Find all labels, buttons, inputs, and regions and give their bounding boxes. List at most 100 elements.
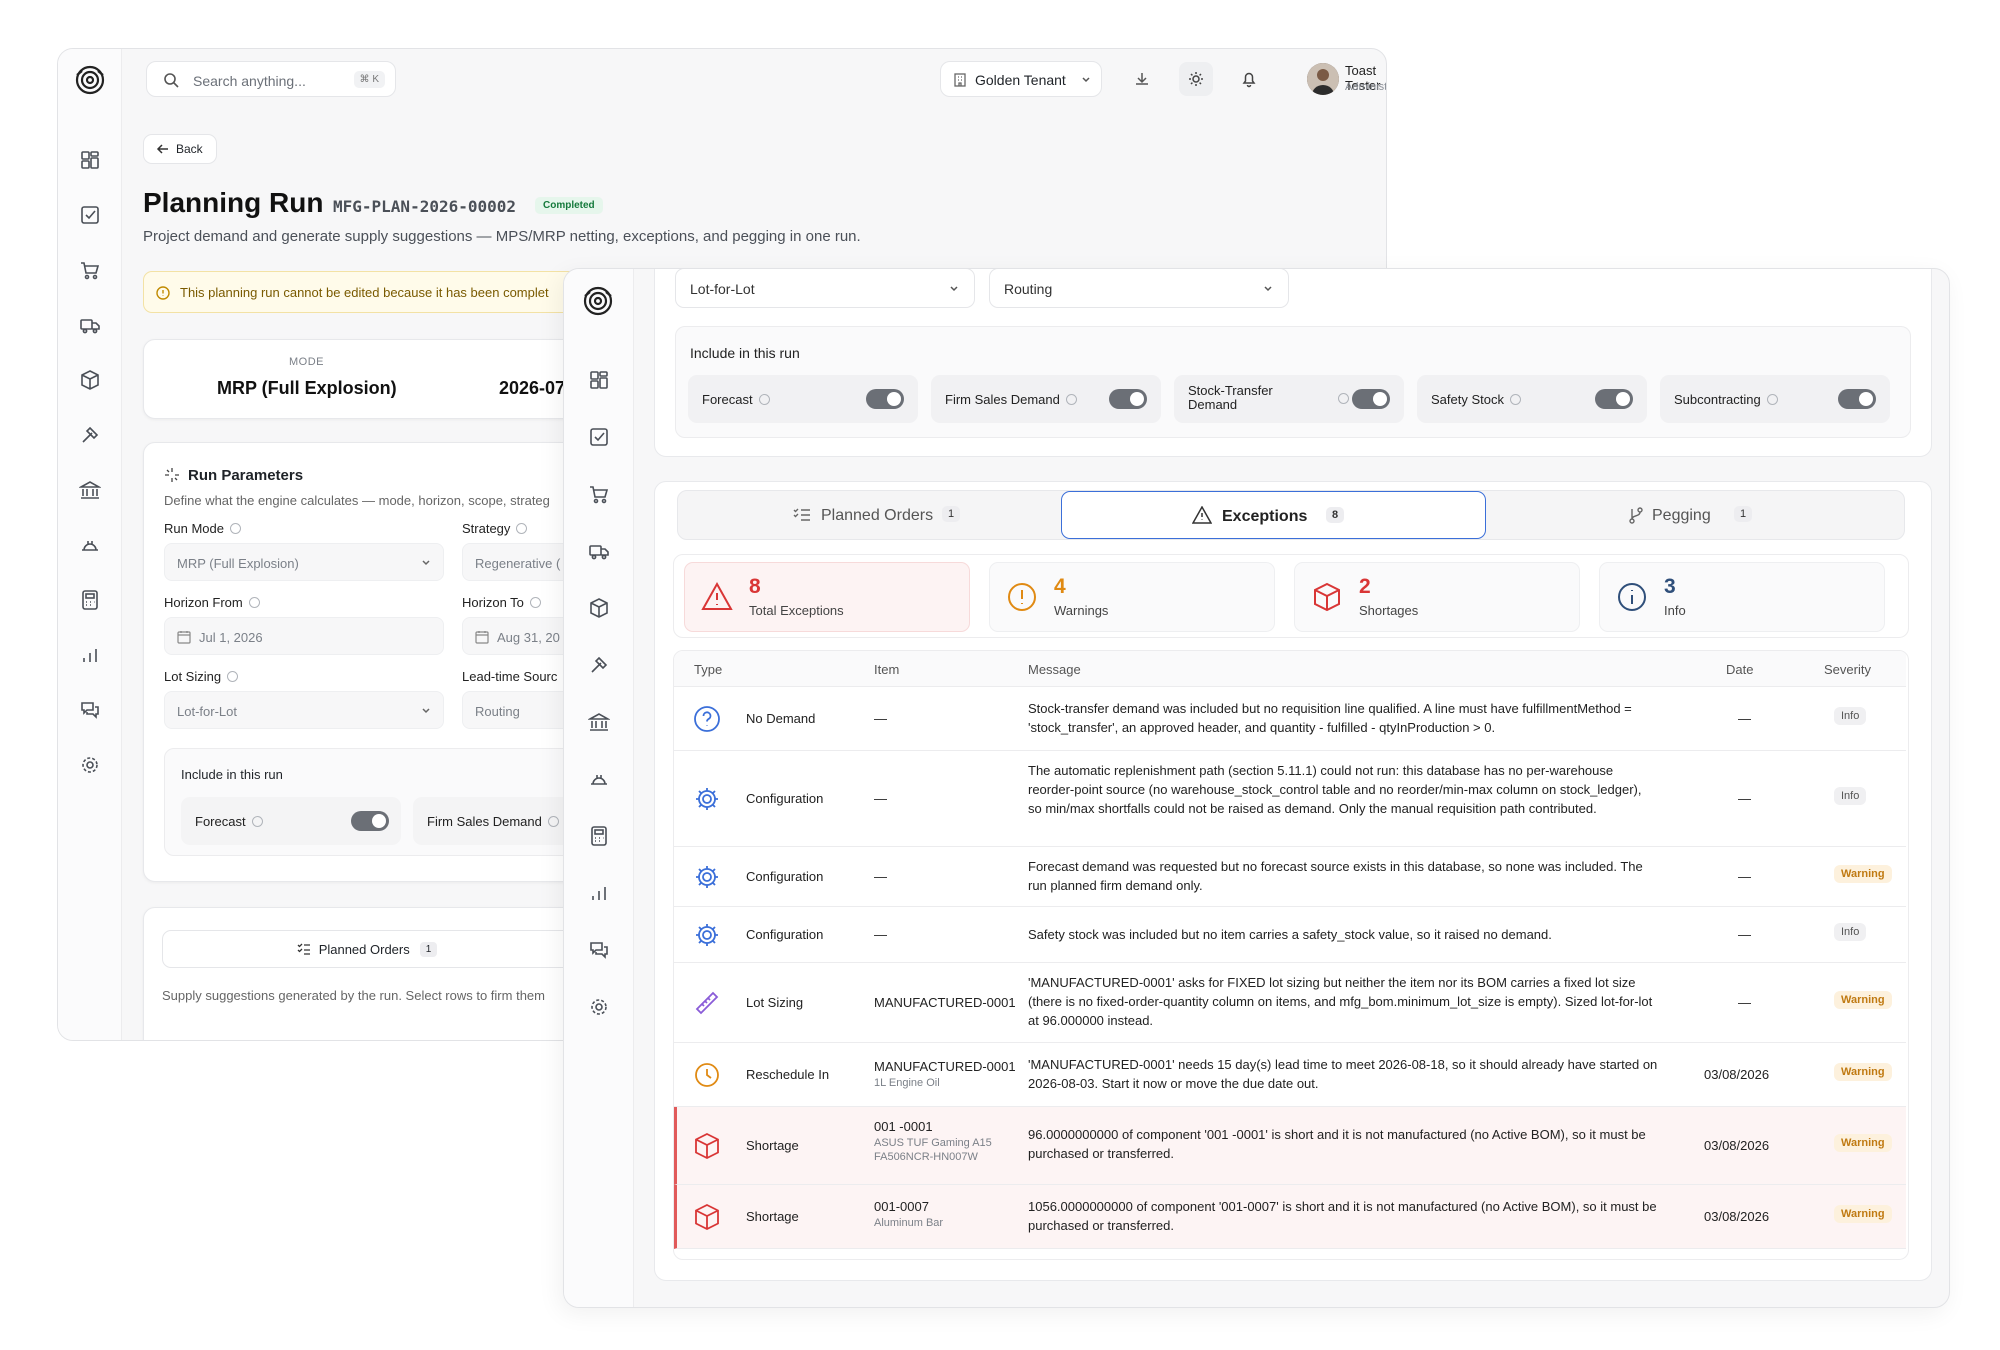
toggle-label: Firm Sales Demand <box>427 814 559 829</box>
avatar[interactable] <box>1307 63 1339 95</box>
bar-chart-icon[interactable] <box>588 882 610 904</box>
package-icon[interactable] <box>79 369 101 391</box>
search-box[interactable]: Search anything... ⌘ K <box>146 61 396 97</box>
notifications-button[interactable] <box>1232 62 1266 96</box>
lead-time-select[interactable]: Routing <box>989 269 1289 308</box>
planned-orders-card: Planned Orders 1 Supply suggestions gene… <box>143 907 623 1040</box>
info-icon <box>1766 394 1778 405</box>
run-parameters-desc: Define what the engine calculates — mode… <box>164 493 550 508</box>
forecast-toggle[interactable] <box>351 811 389 831</box>
severity-badge: Warning <box>1834 1134 1892 1152</box>
warning-triangle-icon <box>701 581 733 610</box>
box-icon <box>695 1203 719 1231</box>
app-logo-icon[interactable] <box>73 63 107 97</box>
run-parameters-title: Run Parameters <box>188 467 304 484</box>
cell-type: Shortage <box>746 1138 799 1153</box>
stat-num: 4 <box>1054 575 1066 598</box>
dashboard-icon[interactable] <box>79 149 101 171</box>
chat-icon[interactable] <box>79 699 101 721</box>
hammer-icon[interactable] <box>588 654 610 676</box>
package-icon[interactable] <box>588 597 610 619</box>
horizon-from-label: Horizon From <box>164 595 260 610</box>
forecast-toggle[interactable] <box>866 389 904 409</box>
top-bar: Search anything... ⌘ K Golden Tenant Toa… <box>122 49 1386 111</box>
theme-toggle-button[interactable] <box>1179 62 1213 96</box>
cell-date: 03/08/2026 <box>1704 1138 1770 1153</box>
severity-badge: Warning <box>1834 991 1892 1009</box>
toggle-card-forecast: Forecast <box>688 375 918 423</box>
bell-icon <box>1242 72 1256 88</box>
toggle-card-forecast: Forecast <box>181 797 401 845</box>
bank-icon[interactable] <box>588 711 610 733</box>
sidebar <box>58 49 122 1040</box>
toggle-label: Forecast <box>702 392 770 407</box>
stat-caption: Warnings <box>1054 603 1109 618</box>
info-icon <box>227 671 239 682</box>
tab-pegging[interactable]: Pegging 1 <box>1488 491 1904 539</box>
table-row[interactable]: Configuration — Safety stock was include… <box>674 907 1906 963</box>
run-mode-select[interactable]: MRP (Full Explosion) <box>164 543 444 581</box>
cell-message: 'MANUFACTURED-0001' needs 15 day(s) lead… <box>1028 1057 1658 1091</box>
truck-icon[interactable] <box>79 314 101 336</box>
lot-sizing-select[interactable]: Lot-for-Lot <box>164 691 444 729</box>
lot-sizing-select[interactable]: Lot-for-Lot <box>675 269 975 308</box>
info-circle-icon <box>1618 583 1646 611</box>
firm-sales-toggle[interactable] <box>1109 389 1147 409</box>
severity-badge: Info <box>1834 923 1867 941</box>
header-item: Item <box>874 662 900 677</box>
info-icon <box>1338 393 1349 404</box>
stat-shortages: 2 Shortages <box>1294 562 1580 632</box>
bar-chart-icon[interactable] <box>79 644 101 666</box>
cart-icon[interactable] <box>588 483 610 505</box>
table-row[interactable]: Shortage 001 -0001 ASUS TUF Gaming A15 FA… <box>674 1107 1906 1185</box>
hammer-icon[interactable] <box>79 424 101 446</box>
dashboard-icon[interactable] <box>588 369 610 391</box>
checkbox-icon[interactable] <box>79 204 101 226</box>
tenant-selector[interactable]: Golden Tenant <box>940 61 1102 97</box>
cart-icon[interactable] <box>79 259 101 281</box>
horizon-from-input[interactable]: Jul 1, 2026 <box>164 617 444 655</box>
info-icon <box>248 597 260 608</box>
cell-type: Lot Sizing <box>746 995 804 1010</box>
hard-hat-icon[interactable] <box>79 534 101 556</box>
user-role: Administration <box>1345 81 1387 93</box>
tab-planned-orders[interactable]: Planned Orders 1 <box>162 930 572 968</box>
calculator-icon[interactable] <box>79 589 101 611</box>
chat-icon[interactable] <box>588 939 610 961</box>
table-row[interactable]: Shortage 001-0007 Aluminum Bar 1056.00000… <box>674 1185 1906 1249</box>
checkbox-icon[interactable] <box>588 426 610 448</box>
ruler-icon <box>695 991 719 1015</box>
table-row[interactable]: Configuration — The automatic replenishm… <box>674 751 1906 847</box>
cell-message: 1056.0000000000 of component '001-0007' … <box>1028 1199 1657 1233</box>
subcontracting-toggle[interactable] <box>1838 389 1876 409</box>
git-branch-icon <box>1629 507 1643 524</box>
settings-icon[interactable] <box>588 996 610 1018</box>
download-button[interactable] <box>1125 62 1159 96</box>
gear-icon <box>696 788 718 810</box>
safety-stock-toggle[interactable] <box>1595 389 1633 409</box>
cell-item: — <box>874 869 887 884</box>
tab-exceptions[interactable]: Exceptions 8 <box>1061 491 1486 539</box>
stat-num: 3 <box>1664 575 1676 598</box>
calculator-icon[interactable] <box>588 825 610 847</box>
bank-icon[interactable] <box>79 479 101 501</box>
table-row[interactable]: No Demand — Stock-transfer demand was in… <box>674 687 1906 751</box>
table-row[interactable]: Lot Sizing MANUFACTURED-0001 'MANUFACTUR… <box>674 963 1906 1043</box>
run-mode-label: Run Mode <box>164 521 241 536</box>
cell-message: Forecast demand was requested but no for… <box>1028 859 1643 893</box>
hard-hat-icon[interactable] <box>588 768 610 790</box>
truck-icon[interactable] <box>588 540 610 562</box>
summary-card: MODE MRP (Full Explosion) 2026-07 <box>143 339 623 419</box>
app-logo-icon[interactable] <box>581 284 615 318</box>
stock-transfer-toggle[interactable] <box>1352 389 1390 409</box>
cell-date: — <box>1738 869 1751 884</box>
settings-icon[interactable] <box>79 754 101 776</box>
strategy-label: Strategy <box>462 521 528 536</box>
table-row[interactable]: Configuration — Forecast demand was requ… <box>674 847 1906 907</box>
building-icon <box>954 73 966 87</box>
table-row[interactable]: Reschedule In MANUFACTURED-0001 1L Engine… <box>674 1043 1906 1107</box>
toggle-card-firm-sales: Firm Sales Demand <box>931 375 1161 423</box>
tab-planned-orders[interactable]: Planned Orders 1 <box>678 491 1058 539</box>
calendar-icon <box>177 631 191 644</box>
back-button[interactable]: Back <box>143 134 217 164</box>
